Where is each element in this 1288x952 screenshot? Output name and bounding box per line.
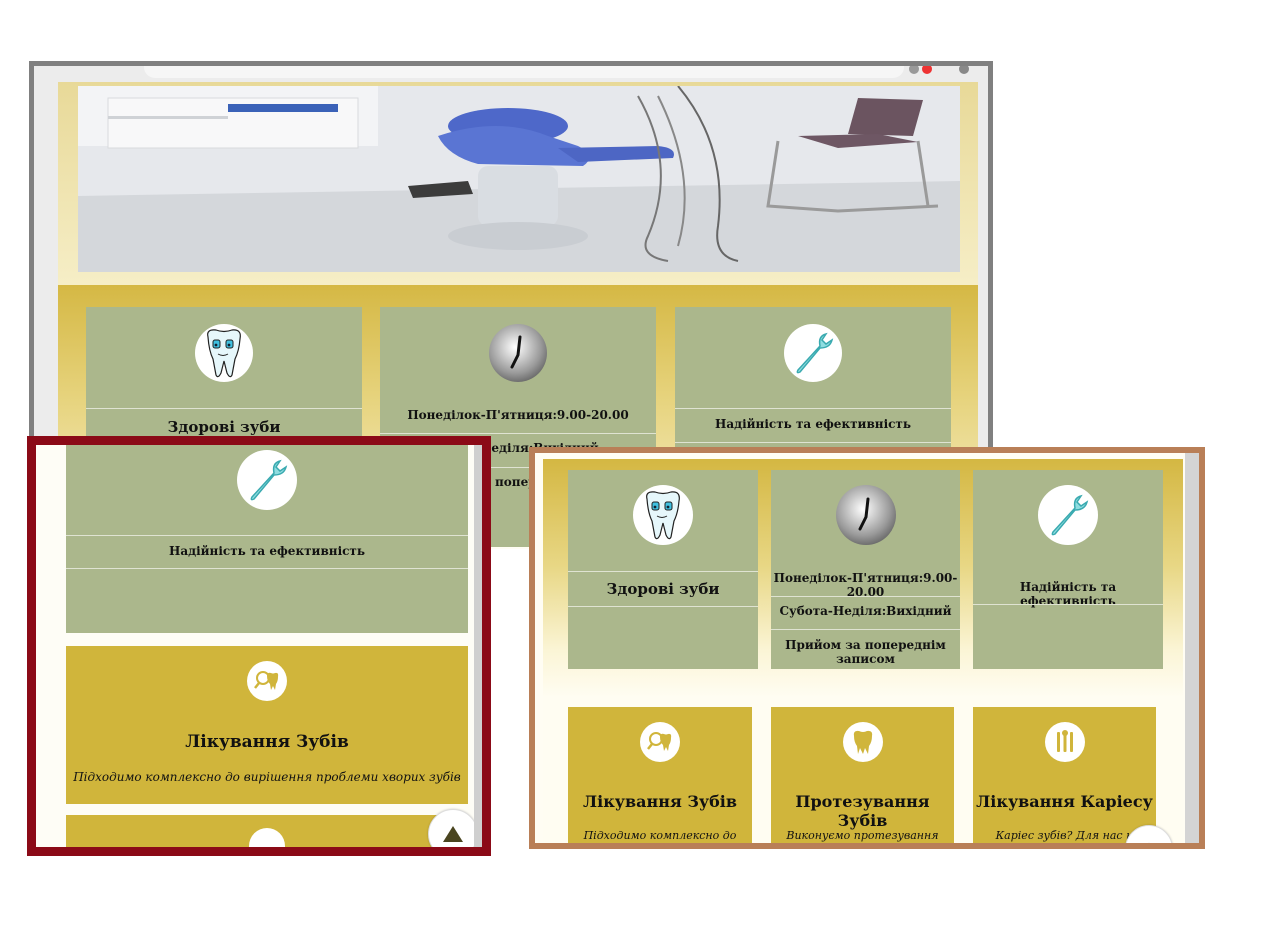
tooth-magnifier-icon — [247, 661, 287, 701]
address-bar[interactable] — [144, 66, 904, 78]
mobile-page: Надійність та ефективність Лікування Зуб… — [36, 445, 482, 847]
feature-card-reliability: Надійність та ефективність — [66, 445, 468, 633]
feature-healthy-label: Здорові зуби — [167, 418, 281, 436]
service-title: Лікування Зубів — [185, 732, 349, 752]
arrow-up-icon — [1148, 842, 1150, 843]
tooth-icon — [249, 828, 285, 847]
divider — [86, 408, 362, 409]
hours-weekdays-label: Понеділок-П'ятниця:9.00-20.00 — [407, 408, 629, 422]
browser-toolbar — [34, 66, 988, 82]
dental-tools-icon — [1044, 722, 1085, 762]
translate-icon[interactable] — [909, 66, 919, 74]
feature-card-reliability: Надійність та ефективність — [973, 470, 1163, 669]
divider — [66, 535, 468, 536]
scrollbar[interactable] — [474, 445, 482, 847]
clock-icon — [835, 485, 896, 545]
arrow-up-icon — [443, 826, 463, 842]
menu-icon[interactable] — [959, 66, 969, 74]
service-title: Лікування Зубів — [583, 792, 737, 811]
hours-weekdays-label: Понеділок-П'ятниця:9.00-20.00 — [773, 571, 958, 599]
tooth-cartoon-icon — [195, 324, 253, 382]
tooth-icon — [842, 722, 883, 762]
extension-icon[interactable] — [922, 66, 932, 74]
hours-appointment-label: Прийом за попереднім записом — [785, 638, 946, 666]
tablet-page: Здорові зуби Понеділок-П'ятниця:9.00-20.… — [543, 459, 1183, 843]
tooth-magnifier-icon — [640, 722, 680, 762]
service-card-next[interactable] — [66, 815, 468, 847]
wrench-icon — [237, 450, 297, 510]
wrench-icon — [1038, 485, 1098, 545]
service-card-prosthetics[interactable]: Протезування Зубів Виконуємо протезуванн… — [771, 707, 954, 849]
divider — [66, 568, 468, 569]
scrollbar[interactable] — [1185, 453, 1199, 843]
hero-image — [78, 86, 960, 272]
divider — [675, 442, 951, 443]
divider — [675, 408, 951, 409]
service-description: Каріес зубів? Для нас н — [995, 829, 1134, 842]
feature-card-healthy: Здорові зуби — [568, 470, 758, 669]
service-card-treatment[interactable]: Лікування Зубів Підходимо комплексно до — [568, 707, 752, 843]
divider — [380, 433, 656, 434]
divider — [973, 604, 1163, 605]
divider — [771, 596, 960, 597]
service-description: Підходимо комплексно до — [583, 829, 737, 842]
service-title: Лікування Каріесу — [976, 792, 1153, 811]
divider — [771, 629, 960, 630]
service-card-caries[interactable]: Лікування Каріесу Каріес зубів? Для нас … — [973, 707, 1156, 843]
feature-card-hours: Понеділок-П'ятниця:9.00-20.00 Субота-Нед… — [771, 470, 960, 669]
feature-healthy-label: Здорові зуби — [606, 580, 720, 598]
mobile-view-window: Надійність та ефективність Лікування Зуб… — [27, 436, 491, 856]
tablet-view-window: Здорові зуби Понеділок-П'ятниця:9.00-20.… — [529, 447, 1205, 849]
clock-icon — [489, 324, 547, 382]
service-description: Виконуємо протезування зубів — [786, 829, 939, 849]
divider — [568, 606, 758, 607]
feature-reliability-label: Надійність та ефективність — [168, 544, 366, 558]
scroll-top-button[interactable] — [428, 809, 478, 847]
feature-reliability-label: Надійність та ефективність — [714, 417, 912, 431]
hours-weekend-label: Субота-Неділя:Вихідний — [779, 604, 952, 618]
service-description: Підходимо комплексно до вирішення пробле… — [73, 770, 461, 784]
divider — [568, 571, 758, 572]
wrench-icon — [784, 324, 842, 382]
tooth-cartoon-icon — [633, 485, 693, 545]
service-card-treatment[interactable]: Лікування Зубів Підходимо комплексно до … — [66, 646, 468, 804]
service-title: Протезування Зубів — [795, 792, 930, 830]
